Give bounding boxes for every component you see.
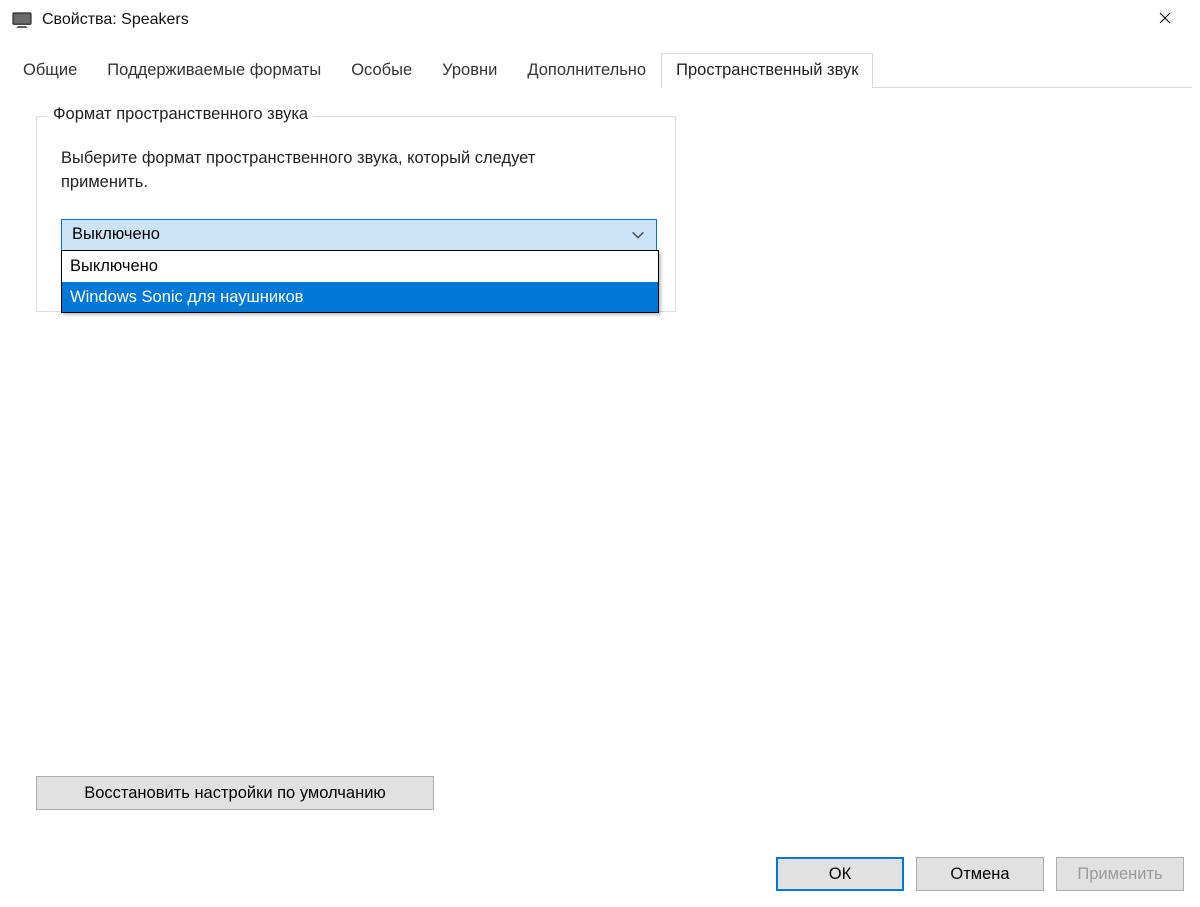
cancel-button[interactable]: Отмена — [916, 857, 1044, 891]
dropdown-option-windows-sonic[interactable]: Windows Sonic для наушников — [62, 282, 658, 313]
combobox-value: Выключено — [72, 225, 630, 244]
tab-strip: Общие Поддерживаемые форматы Особые Уров… — [8, 52, 1192, 88]
titlebar: Свойства: Speakers — [0, 0, 1200, 40]
dropdown-option-off[interactable]: Выключено — [62, 251, 658, 282]
restore-defaults-button[interactable]: Восстановить настройки по умолчанию — [36, 776, 434, 810]
tab-spatial-sound[interactable]: Пространственный звук — [661, 53, 873, 88]
ok-button[interactable]: ОК — [776, 857, 904, 891]
tab-advanced[interactable]: Дополнительно — [512, 53, 661, 88]
spatial-format-combobox[interactable]: Выключено Выключено Windows Sonic для на… — [61, 219, 657, 251]
close-button[interactable] — [1142, 4, 1188, 36]
group-title: Формат пространственного звука — [47, 105, 314, 124]
dialog-footer: ОК Отмена Применить — [776, 857, 1184, 891]
chevron-down-icon — [630, 227, 646, 243]
monitor-icon — [12, 12, 32, 28]
tab-supported-formats[interactable]: Поддерживаемые форматы — [92, 53, 336, 88]
tab-special[interactable]: Особые — [336, 53, 427, 88]
tab-general[interactable]: Общие — [8, 53, 92, 88]
apply-button[interactable]: Применить — [1056, 857, 1184, 891]
spatial-format-group: Формат пространственного звука Выберите … — [36, 116, 676, 312]
dialog-window: Свойства: Speakers Общие Поддерживаемые … — [0, 0, 1200, 907]
tab-levels[interactable]: Уровни — [427, 53, 512, 88]
group-instruction: Выберите формат пространственного звука,… — [61, 147, 621, 195]
tab-panel: Формат пространственного звука Выберите … — [8, 88, 1192, 834]
close-icon — [1159, 11, 1171, 28]
window-title: Свойства: Speakers — [42, 11, 189, 29]
combobox-dropdown: Выключено Windows Sonic для наушников — [61, 250, 659, 314]
